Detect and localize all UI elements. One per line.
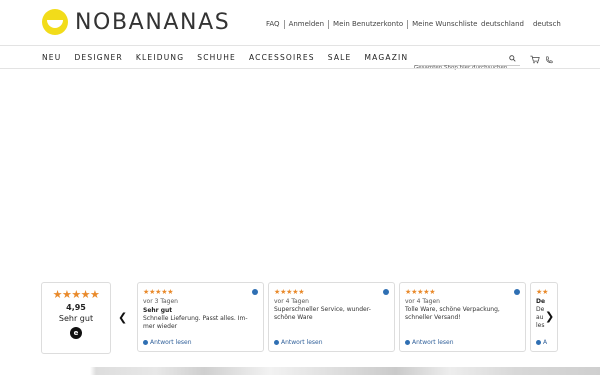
faq-link[interactable]: FAQ [266, 20, 284, 29]
review-date: vor 3 Tagen [143, 298, 178, 305]
review-text: Tolle Ware, schöne Verpackung, schneller… [405, 306, 500, 321]
verified-icon [252, 289, 258, 295]
review-date: vor 4 Tagen [274, 298, 309, 305]
review-title: Sehr gut [143, 307, 173, 314]
region-selector: deutschland deutsch [481, 20, 561, 28]
search-icon[interactable] [509, 55, 516, 62]
logo[interactable]: NOBANANAS [42, 9, 230, 35]
review-card[interactable]: ★★★★★ vor 4 Tagen Superschneller Service… [268, 282, 395, 352]
site-header: NOBANANAS FAQ Anmelden Mein Benutzerkont… [0, 0, 600, 46]
nav-item-kleidung[interactable]: KLEIDUNG [136, 53, 184, 62]
divider [0, 45, 600, 46]
read-reply-link[interactable]: Antwort lesen [143, 339, 192, 346]
hero-image-strip [0, 367, 600, 375]
country-selector[interactable]: deutschland [481, 20, 524, 28]
review-card[interactable]: ★★★★★ vor 4 Tagen Tolle Ware, schöne Ver… [399, 282, 526, 352]
divider [0, 68, 600, 69]
top-links: FAQ Anmelden Mein Benutzerkonto Meine Wu… [266, 20, 481, 29]
phone-icon[interactable] [545, 56, 553, 64]
brand-name: NOBANANAS [75, 9, 231, 35]
nav-item-designer[interactable]: DESIGNER [74, 53, 122, 62]
chevron-left-icon[interactable]: ❮ [118, 311, 127, 324]
rating-summary[interactable]: ★★★★★ 4,95 Sehr gut e [41, 282, 111, 354]
verified-icon [514, 289, 520, 295]
account-link[interactable]: Mein Benutzerkonto [328, 20, 407, 29]
wishlist-link[interactable]: Meine Wunschliste [407, 20, 481, 29]
logo-smiley-icon [42, 9, 68, 35]
review-date: vor 4 Tagen [405, 298, 440, 305]
review-title: De [536, 298, 546, 305]
nav-item-neu[interactable]: NEU [42, 53, 61, 62]
review-stars: ★★ [536, 288, 549, 296]
cart-icon[interactable] [530, 55, 540, 64]
main-nav: NEU DESIGNER KLEIDUNG SCHUHE ACCESSOIRES… [42, 53, 421, 62]
read-reply-link[interactable]: Antwort lesen [405, 339, 454, 346]
rating-score: 4,95 [66, 303, 86, 312]
review-text: Superschneller Service, wunder- schöne W… [274, 306, 371, 321]
rating-label: Sehr gut [58, 314, 94, 323]
language-selector[interactable]: deutsch [533, 20, 561, 28]
review-card[interactable]: ★★★★★ vor 3 Tagen Sehr gut Schnelle Lief… [137, 282, 264, 352]
login-link[interactable]: Anmelden [283, 20, 328, 29]
chevron-right-icon[interactable]: ❯ [545, 310, 554, 323]
review-stars: ★★★★★ [274, 288, 305, 296]
read-reply-link[interactable]: Antwort lesen [274, 339, 323, 346]
trusted-shops-badge: e [70, 327, 82, 339]
read-reply-link[interactable]: A [536, 339, 547, 346]
review-stars: ★★★★★ [405, 288, 436, 296]
nav-item-accessoires[interactable]: ACCESSOIRES [249, 53, 315, 62]
nav-item-magazin[interactable]: MAGAZIN [365, 53, 409, 62]
nav-item-schuhe[interactable]: SCHUHE [197, 53, 236, 62]
review-text: Schnelle Lieferung. Passt alles. Im- mer… [143, 315, 248, 330]
search-box [414, 54, 520, 71]
rating-stars: ★★★★★ [52, 288, 100, 301]
review-stars: ★★★★★ [143, 288, 174, 296]
nav-item-sale[interactable]: SALE [328, 53, 352, 62]
verified-icon [383, 289, 389, 295]
